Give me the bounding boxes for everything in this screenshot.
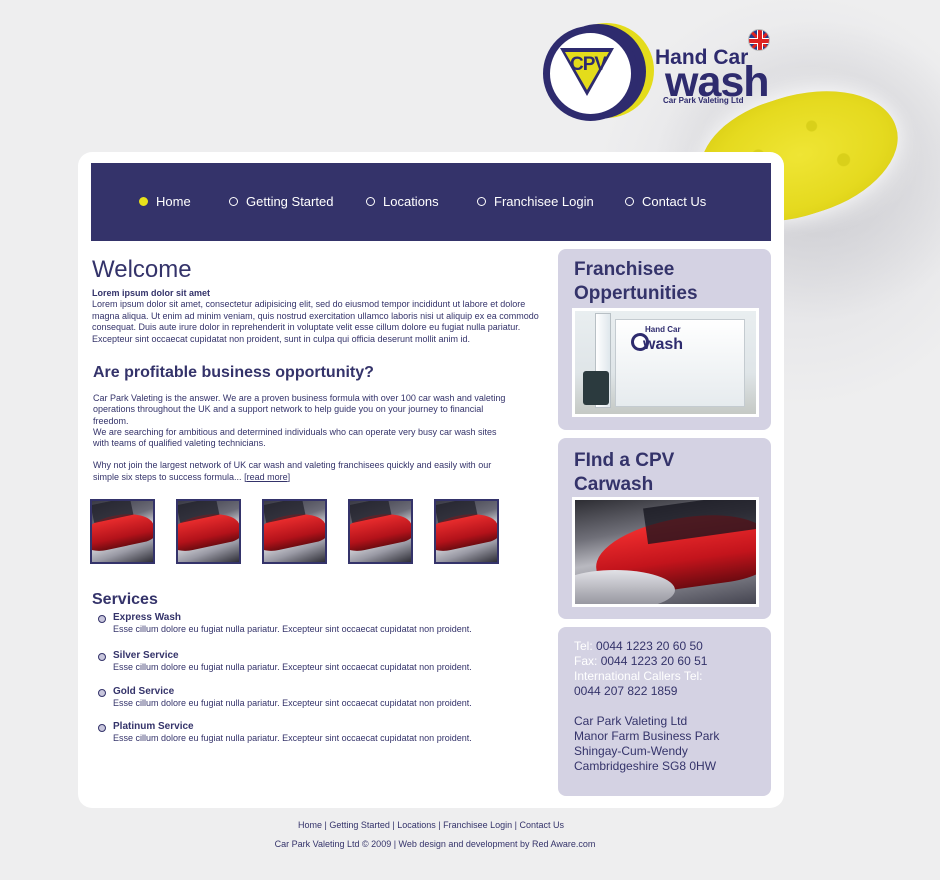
service-description: Esse cillum dolore eu fugiat nulla paria…: [113, 624, 472, 634]
footer-link-franchisee-login[interactable]: Franchisee Login: [443, 820, 512, 830]
logo-mark: CPV: [570, 54, 607, 75]
service-description: Esse cillum dolore eu fugiat nulla paria…: [113, 733, 472, 743]
nav-item-contact-us[interactable]: Contact Us: [625, 193, 706, 209]
find-carwash-heading-line2: Carwash: [574, 474, 654, 495]
uk-flag-icon[interactable]: [748, 29, 770, 51]
nav-label: Home: [156, 193, 191, 209]
fax-number: 0044 1223 20 60 51: [600, 654, 708, 668]
nav-bullet-icon: [625, 196, 634, 206]
logo-subline: Car Park Valeting Ltd: [663, 96, 744, 105]
contact-details: Tel: 0044 1223 20 60 50 Fax: 0044 1223 2…: [574, 639, 764, 774]
contact-fax-line: Fax: 0044 1223 20 60 51: [574, 654, 764, 669]
nav-label: Getting Started: [246, 193, 334, 209]
opportunity-text: Car Park Valeting is the answer. We are …: [93, 393, 508, 483]
nav-item-getting-started[interactable]: Getting Started: [229, 193, 333, 209]
footer-link-locations[interactable]: Locations: [397, 820, 436, 830]
car-thumbnail[interactable]: [176, 499, 241, 564]
find-carwash-heading: FInd a CPV Carwash: [574, 449, 674, 497]
welcome-heading: Welcome: [92, 256, 192, 283]
service-description: Esse cillum dolore eu fugiat nulla paria…: [113, 698, 472, 708]
franchisee-heading: Franchisee Oppertunities: [574, 258, 698, 306]
service-name: Platinum Service: [113, 721, 194, 732]
bin-image: [583, 371, 609, 405]
nav-label: Locations: [383, 193, 439, 209]
read-more-link[interactable]: [read more]: [244, 472, 290, 482]
service-name: Gold Service: [113, 686, 175, 697]
nav-item-home[interactable]: Home: [139, 193, 191, 209]
service-description: Esse cillum dolore eu fugiat nulla paria…: [113, 662, 472, 672]
nav-bullet-icon: [477, 196, 486, 206]
address-line: Manor Farm Business Park: [574, 729, 720, 743]
franchisee-photo[interactable]: Hand Car wash: [572, 308, 759, 417]
nav-bullet-icon: [366, 196, 375, 206]
opportunity-paragraph: Car Park Valeting is the answer. We are …: [93, 393, 506, 426]
footer-separator: |: [435, 820, 444, 830]
trailer-logo-line2: wash: [643, 336, 684, 353]
welcome-text: Lorem ipsum dolor sit amet, consectetur …: [92, 299, 539, 344]
car-thumbnail[interactable]: [348, 499, 413, 564]
opportunity-paragraph: Why not join the largest network of UK c…: [93, 460, 508, 483]
footer-link-getting-started[interactable]: Getting Started: [329, 820, 390, 830]
intl-number: 0044 207 822 1859: [574, 684, 678, 698]
nav-bullet-icon: [139, 196, 148, 206]
contact-tel-line: Tel: 0044 1223 20 60 50: [574, 639, 764, 654]
site-logo[interactable]: CPV Hand Car wash Car Park Valeting Ltd: [543, 23, 778, 126]
car-thumbnail[interactable]: [262, 499, 327, 564]
find-carwash-photo[interactable]: [572, 497, 759, 607]
nav-bullet-icon: [229, 196, 238, 206]
services-heading: Services: [92, 591, 158, 608]
car-thumbnail[interactable]: [90, 499, 155, 564]
nav-item-locations[interactable]: Locations: [366, 193, 439, 209]
address-line: Cambridgeshire SG8 0HW: [574, 759, 717, 773]
fax-label: Fax:: [574, 654, 598, 668]
intl-label: International Callers Tel:: [574, 669, 703, 683]
footer-nav: Home | Getting Started | Locations | Fra…: [0, 820, 862, 830]
find-carwash-heading-line1: FInd a CPV: [574, 450, 675, 471]
franchisee-heading-line1: Franchisee: [574, 259, 675, 280]
car-thumbnail[interactable]: [434, 499, 499, 564]
service-name: Express Wash: [113, 612, 181, 623]
trailer-logo-line1: Hand Car: [645, 325, 681, 334]
footer-link-contact-us[interactable]: Contact Us: [519, 820, 564, 830]
address-line: Car Park Valeting Ltd: [574, 714, 688, 728]
bullet-icon: [98, 653, 106, 661]
service-name: Silver Service: [113, 650, 179, 661]
tel-number: 0044 1223 20 60 50: [596, 639, 703, 653]
bullet-icon: [98, 689, 106, 697]
tel-label: Tel:: [574, 639, 593, 653]
bullet-icon: [98, 724, 106, 732]
opportunity-paragraph: We are searching for ambitious and deter…: [93, 426, 497, 449]
bullet-icon: [98, 615, 106, 623]
thumbnail-gallery: [90, 499, 510, 564]
nav-label: Contact Us: [642, 193, 707, 209]
footer-copyright: Car Park Valeting Ltd © 2009 | Web desig…: [274, 839, 596, 849]
footer-link-home[interactable]: Home: [298, 820, 322, 830]
nav-label: Franchisee Login: [494, 193, 594, 209]
opportunity-heading: Are profitable business opportunity?: [93, 364, 374, 381]
welcome-subheading: Lorem ipsum dolor sit amet: [92, 288, 211, 298]
franchisee-heading-line2: Oppertunities: [574, 283, 698, 304]
opportunity-paragraph-text: Why not join the largest network of UK c…: [93, 460, 492, 482]
nav-item-franchisee-login[interactable]: Franchisee Login: [477, 193, 594, 209]
address-line: Shingay-Cum-Wendy: [574, 744, 688, 758]
